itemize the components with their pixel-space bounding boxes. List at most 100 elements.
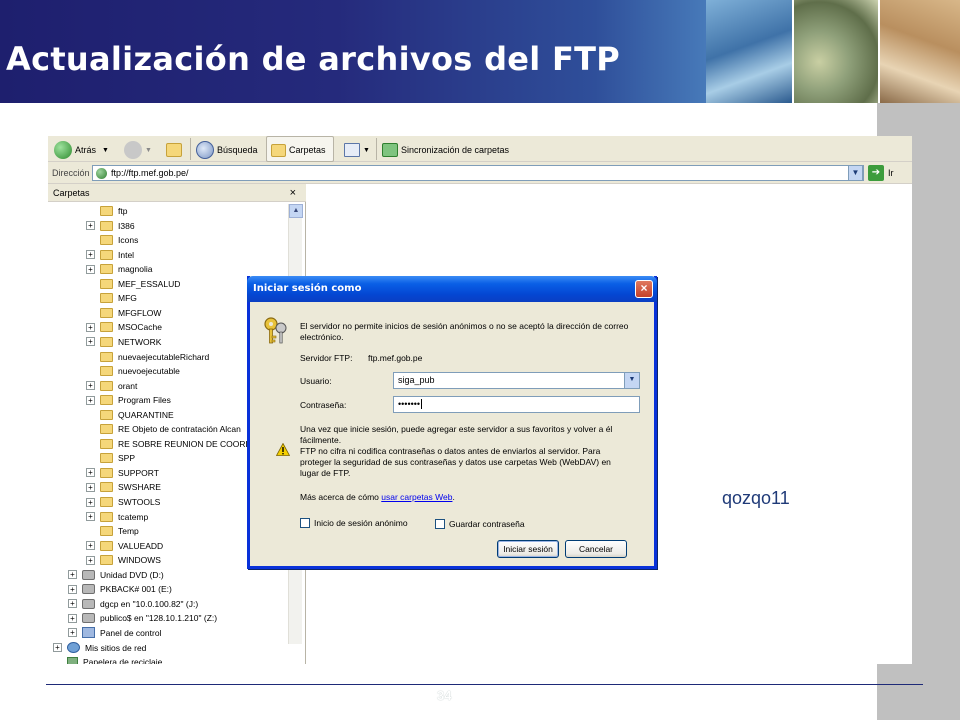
folder-tree-item[interactable]: + Mis sitios de red bbox=[53, 641, 146, 655]
folder-tree-label: Intel bbox=[118, 249, 135, 260]
folder-icon bbox=[100, 467, 113, 478]
banner-photo-globe-image bbox=[706, 0, 792, 103]
side-note-text: qozqo11 bbox=[722, 488, 790, 508]
checkbox-box[interactable] bbox=[435, 519, 445, 529]
up-folder-icon bbox=[166, 143, 182, 157]
save-password-checkbox[interactable]: Guardar contraseña bbox=[435, 519, 525, 529]
anonymous-login-checkbox[interactable]: Inicio de sesión anónimo bbox=[300, 518, 408, 528]
folder-tree-label: Panel de control bbox=[100, 627, 162, 638]
folder-tree-item[interactable]: + Intel bbox=[86, 248, 134, 262]
folder-tree-item[interactable]: + PKBACK# 001 (E:) bbox=[68, 582, 172, 596]
folder-tree-item[interactable]: + Unidad DVD (D:) bbox=[68, 568, 164, 582]
folder-tree-item[interactable]: + VALUEADD bbox=[86, 539, 163, 553]
go-button-label[interactable]: Ir bbox=[888, 168, 894, 178]
folder-tree-item[interactable]: RE SOBRE REUNION DE COORDI bbox=[86, 437, 254, 451]
folder-tree-item[interactable]: + Panel de control bbox=[68, 626, 161, 640]
more-info-prefix: Más acerca de cómo bbox=[300, 492, 382, 502]
folder-tree-label: ftp bbox=[118, 206, 128, 216]
folder-tree-item[interactable]: RE Objeto de contratación Alcan bbox=[86, 422, 241, 436]
expand-plus-icon[interactable]: + bbox=[68, 628, 77, 638]
expand-plus-icon[interactable]: + bbox=[86, 250, 95, 260]
folder-icon bbox=[100, 249, 113, 260]
folder-tree-item[interactable]: + publico$ en "128.10.1.210" (Z:) bbox=[68, 611, 217, 625]
folder-tree-item[interactable]: + WINDOWS bbox=[86, 553, 161, 567]
folder-tree-label: MEF_ESSALUD bbox=[118, 278, 181, 289]
folder-tree-item[interactable]: ftp bbox=[86, 204, 127, 218]
folder-tree-item[interactable]: MFG bbox=[86, 291, 137, 305]
scroll-up-icon[interactable]: ▲ bbox=[289, 204, 303, 218]
folder-tree-item[interactable]: + MSOCache bbox=[86, 320, 162, 334]
expand-plus-icon[interactable]: + bbox=[86, 541, 95, 551]
expand-plus-icon[interactable]: + bbox=[86, 221, 95, 231]
folder-tree-label: QUARANTINE bbox=[118, 409, 174, 420]
folder-tree-item[interactable]: MFGFLOW bbox=[86, 306, 161, 320]
info-line2: fácilmente. bbox=[300, 435, 342, 445]
sync-icon bbox=[382, 143, 398, 157]
search-button[interactable]: Búsqueda bbox=[196, 139, 258, 161]
server-value: ftp.mef.gob.pe bbox=[368, 353, 423, 363]
forward-button[interactable]: ▼ bbox=[124, 139, 152, 161]
folder-tree-item[interactable]: + tcatemp bbox=[86, 510, 148, 524]
folder-tree-item[interactable]: + SWTOOLS bbox=[86, 495, 160, 509]
expand-plus-icon[interactable]: + bbox=[86, 337, 95, 347]
address-dropdown-button[interactable]: ▼ bbox=[848, 165, 863, 181]
expand-plus-icon[interactable]: + bbox=[68, 570, 77, 580]
expand-plus-icon[interactable]: + bbox=[86, 482, 95, 492]
address-input[interactable]: ftp://ftp.mef.gob.pe/ bbox=[92, 165, 864, 181]
checkbox-box[interactable] bbox=[300, 518, 310, 528]
folder-tree-item[interactable]: QUARANTINE bbox=[86, 408, 174, 422]
dialog-title-bar: Iniciar sesión como × bbox=[247, 276, 657, 302]
login-button[interactable]: Iniciar sesión bbox=[497, 540, 559, 558]
folder-tree-item[interactable]: SPP bbox=[86, 451, 135, 465]
password-field[interactable]: ••••••• bbox=[393, 396, 640, 413]
folder-icon bbox=[100, 482, 113, 493]
web-folders-link[interactable]: usar carpetas Web bbox=[381, 492, 452, 502]
folder-tree-item[interactable]: nuevoejecutable bbox=[86, 364, 180, 378]
expand-plus-icon[interactable]: + bbox=[86, 497, 95, 507]
folder-icon bbox=[100, 497, 113, 507]
go-arrow-icon[interactable]: ➔ bbox=[868, 165, 884, 181]
sync-folders-button[interactable]: Sincronización de carpetas bbox=[382, 139, 509, 161]
expand-plus-icon[interactable]: + bbox=[86, 381, 95, 391]
folder-tree-item[interactable]: nuevaejecutableRichard bbox=[86, 350, 209, 364]
expand-plus-icon[interactable]: + bbox=[68, 584, 77, 594]
expand-plus-icon[interactable]: + bbox=[53, 643, 62, 652]
cancel-button[interactable]: Cancelar bbox=[565, 540, 627, 558]
folder-tree-item[interactable]: + NETWORK bbox=[86, 335, 161, 349]
folder-tree-item[interactable]: + dgcp en "10.0.100.82" (J:) bbox=[68, 597, 198, 611]
folder-tree-item[interactable]: + orant bbox=[86, 379, 137, 393]
expand-plus-icon[interactable]: + bbox=[86, 395, 95, 405]
sync-label: Sincronización de carpetas bbox=[401, 145, 510, 155]
expand-plus-icon[interactable]: + bbox=[86, 322, 95, 332]
back-button[interactable]: Atrás ▼ bbox=[54, 139, 109, 161]
folder-tree-item[interactable]: + Program Files bbox=[86, 393, 171, 407]
username-select[interactable]: siga_pub ▼ bbox=[393, 372, 640, 389]
folder-tree-item[interactable]: Temp bbox=[86, 524, 139, 538]
expand-plus-icon[interactable]: + bbox=[86, 512, 95, 522]
up-folder-button[interactable] bbox=[166, 139, 185, 161]
close-icon[interactable]: × bbox=[290, 184, 296, 202]
folder-tree-item[interactable]: Icons bbox=[86, 233, 138, 247]
expand-plus-icon[interactable]: + bbox=[68, 613, 77, 623]
folder-tree-item[interactable]: MEF_ESSALUD bbox=[86, 277, 180, 291]
folder-tree-item[interactable]: + I386 bbox=[86, 219, 135, 233]
expand-plus-icon[interactable]: + bbox=[86, 468, 95, 478]
views-button[interactable]: ▼ bbox=[344, 139, 370, 161]
dialog-close-icon[interactable]: × bbox=[635, 280, 653, 298]
dialog-body: El servidor no permite inicios de sesión… bbox=[250, 302, 654, 566]
expand-plus-icon[interactable]: + bbox=[68, 599, 77, 609]
chevron-down-icon[interactable]: ▼ bbox=[624, 373, 639, 388]
folders-button[interactable]: Carpetas bbox=[266, 136, 334, 162]
folder-tree-item[interactable]: + SWSHARE bbox=[86, 480, 161, 494]
folder-icon bbox=[100, 424, 113, 435]
expand-plus-icon[interactable]: + bbox=[86, 555, 95, 565]
folder-tree-item[interactable]: + magnolia bbox=[86, 262, 153, 276]
folder-tree-item[interactable]: Papelera de reciclaje bbox=[53, 655, 162, 664]
expand-plus-icon[interactable]: + bbox=[86, 264, 95, 274]
folder-tree-item[interactable]: + SUPPORT bbox=[86, 466, 159, 480]
